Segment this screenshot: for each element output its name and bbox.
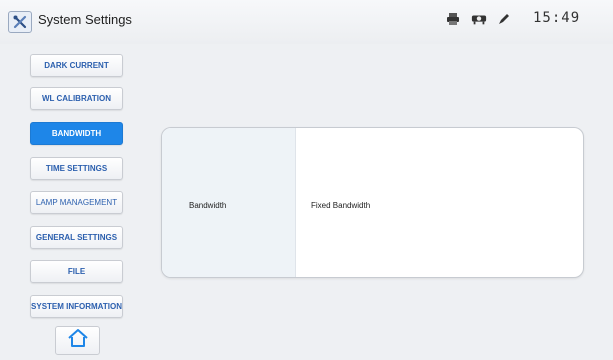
panel-label-column <box>162 128 296 277</box>
printer-icon <box>445 12 461 26</box>
home-button[interactable] <box>55 326 100 355</box>
menu-button-wl-calibration[interactable]: WL CALIBRATION <box>30 87 123 110</box>
settings-tools-icon <box>8 11 32 33</box>
home-icon <box>66 328 90 353</box>
bandwidth-panel: Bandwidth Fixed Bandwidth <box>161 127 584 278</box>
status-icons <box>445 12 513 26</box>
clock: 15:49 <box>533 10 581 26</box>
bandwidth-label: Bandwidth <box>189 201 227 210</box>
page-title: System Settings <box>38 12 132 27</box>
menu-button-lamp-management[interactable]: LAMP MANAGEMENT <box>30 191 123 214</box>
menu-button-bandwidth[interactable]: BANDWIDTH <box>30 122 123 145</box>
projector-icon <box>471 12 487 26</box>
menu-button-system-information[interactable]: SYSTEM INFORMATION <box>30 295 123 318</box>
menu-button-time-settings[interactable]: TIME SETTINGS <box>30 157 123 180</box>
menu-button-file[interactable]: FILE <box>30 260 123 283</box>
menu-button-general-settings[interactable]: GENERAL SETTINGS <box>30 226 123 249</box>
pen-icon <box>497 12 513 26</box>
title-bar: System Settings 15:49 <box>0 0 613 44</box>
bandwidth-value[interactable]: Fixed Bandwidth <box>311 201 370 210</box>
menu-button-dark-current[interactable]: DARK CURRENT <box>30 54 123 77</box>
